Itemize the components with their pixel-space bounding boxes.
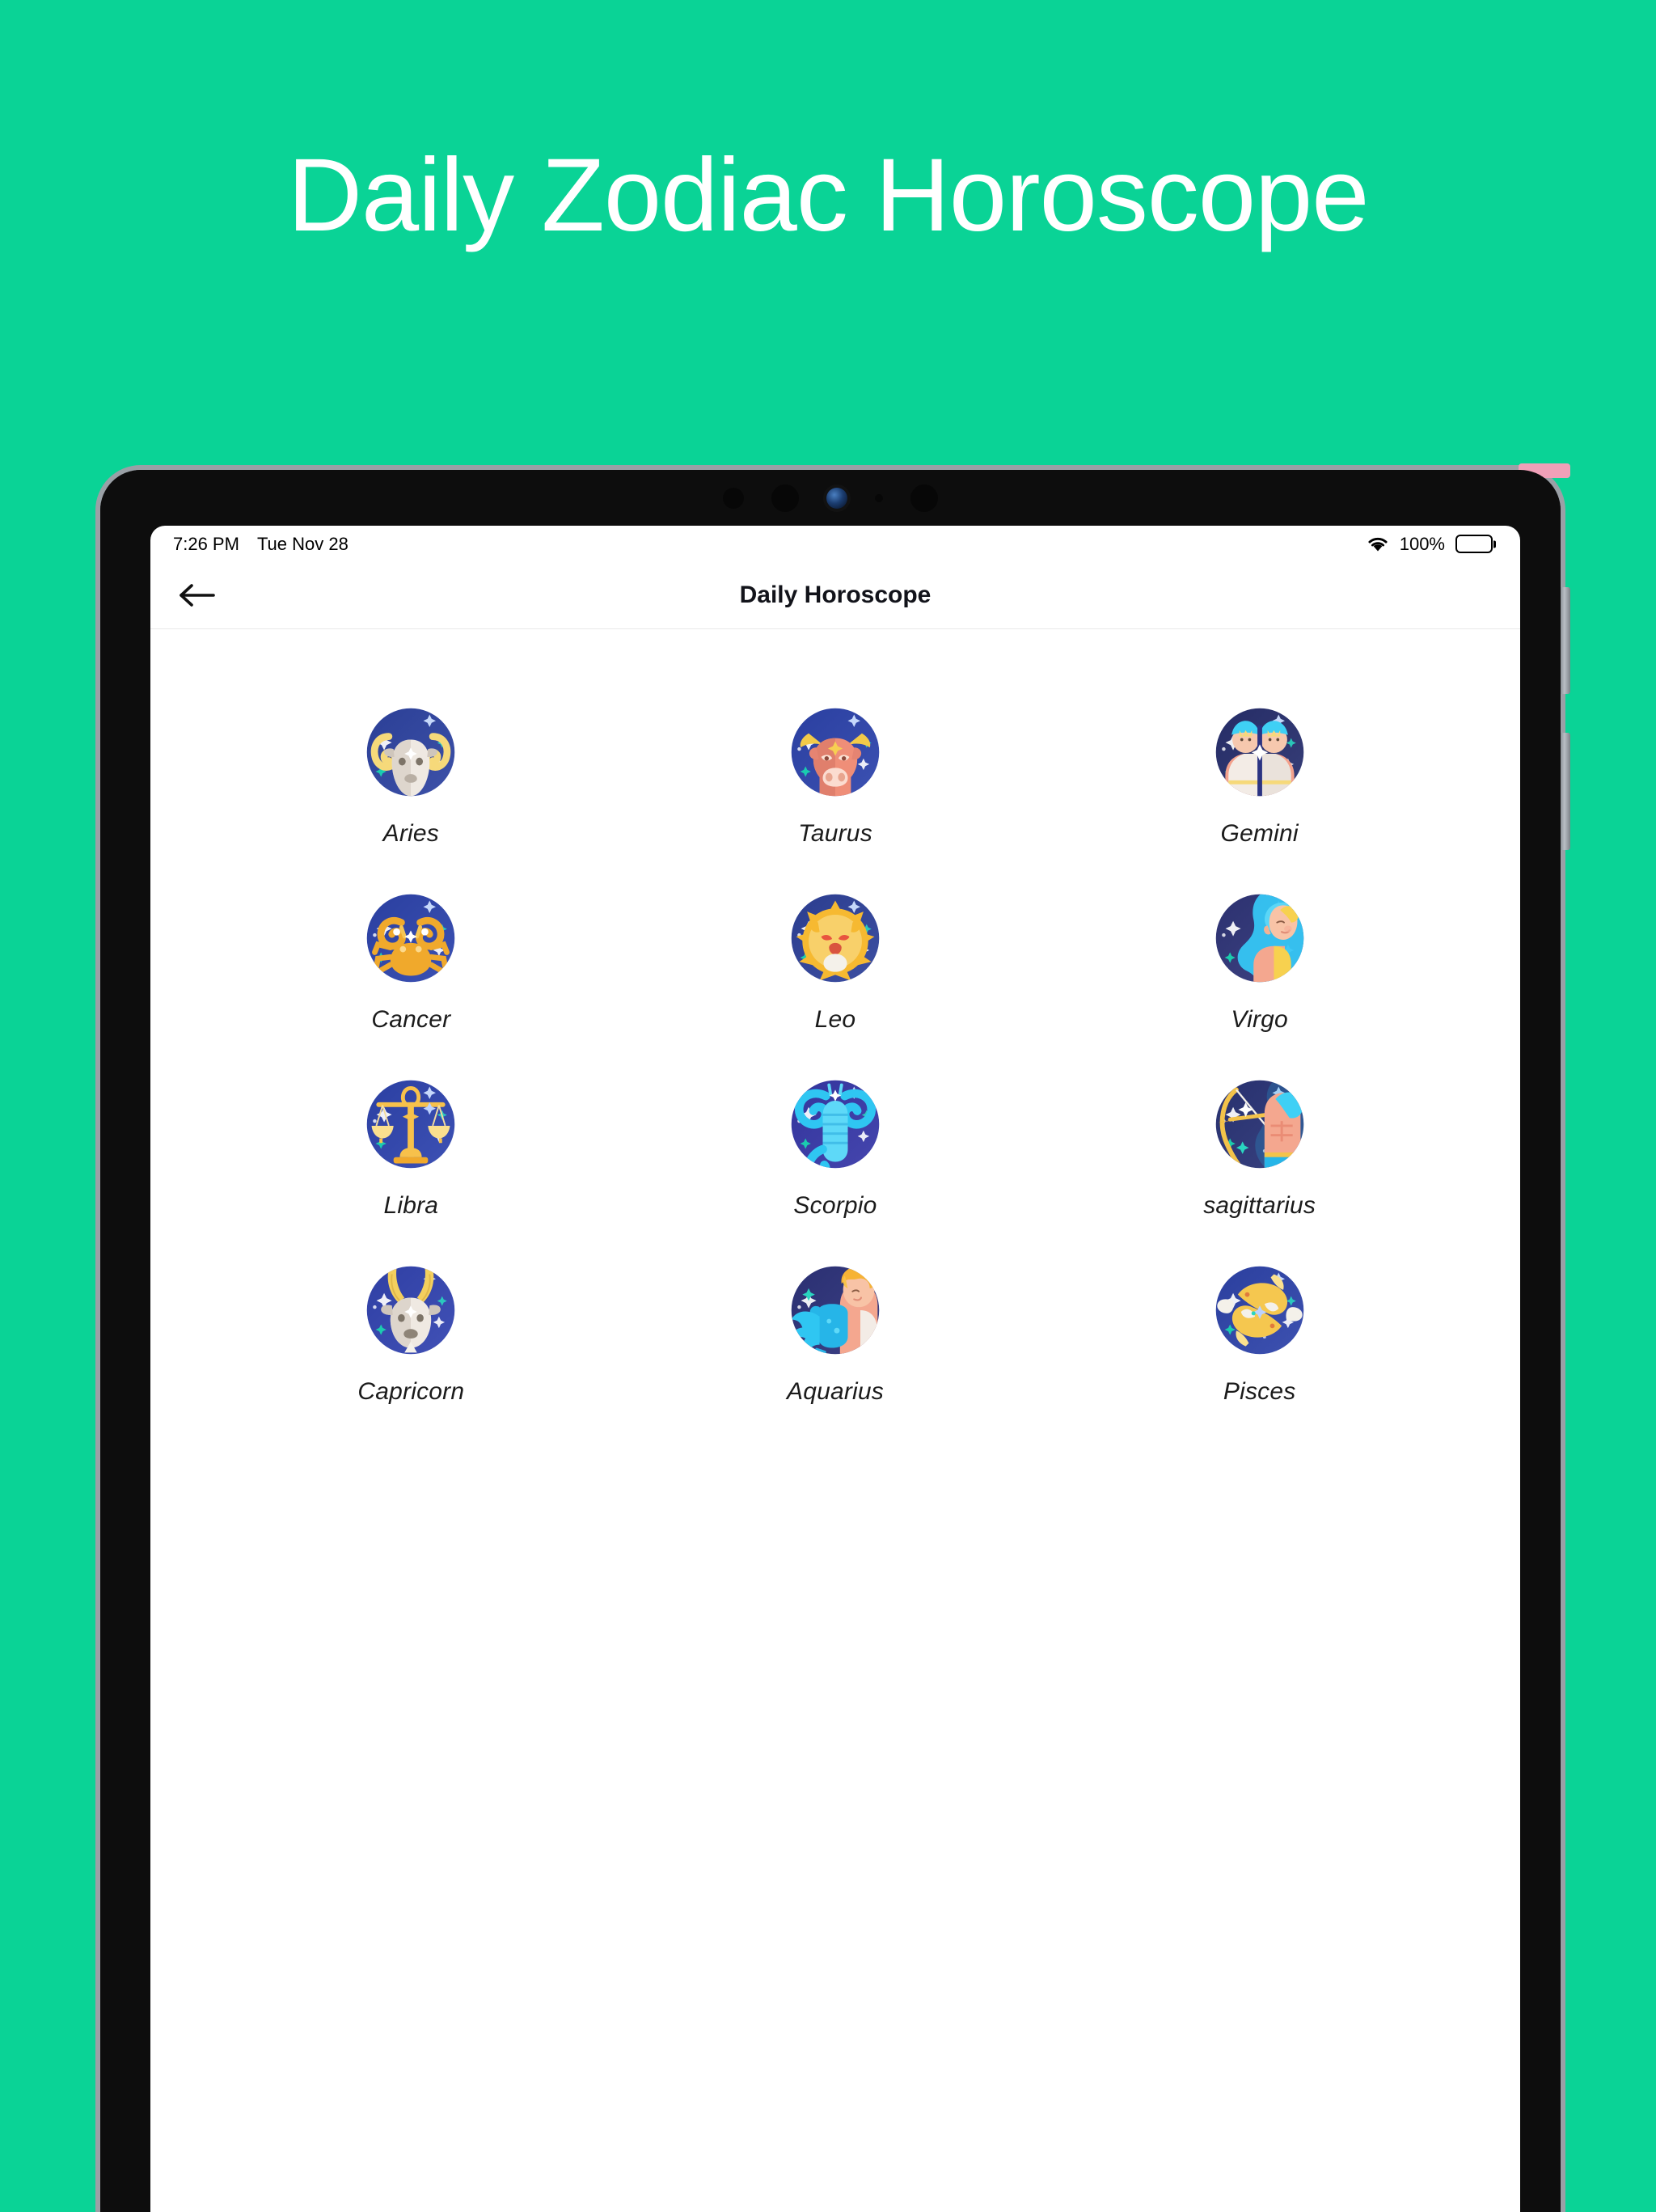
sensor-dot-icon [771, 484, 799, 512]
back-button[interactable] [171, 569, 223, 621]
status-bar-date: Tue Nov 28 [256, 533, 349, 554]
capricorn-goat-icon[interactable] [361, 1260, 461, 1360]
zodiac-grid: Aries Taurus Gemini Cancer Leo Virgo Lib… [150, 629, 1520, 1435]
front-camera-icon [826, 488, 847, 509]
zodiac-sign-label: sagittarius [1203, 1192, 1316, 1219]
zodiac-sign-label: Aries [382, 820, 439, 847]
pisces-fish-icon[interactable] [1210, 1260, 1310, 1360]
aquarius-waterbearer-icon[interactable] [785, 1260, 885, 1360]
libra-scales-icon[interactable] [361, 1074, 461, 1174]
zodiac-sign-aquarius[interactable]: Aquarius [623, 1249, 1048, 1435]
zodiac-sign-virgo[interactable]: Virgo [1047, 877, 1472, 1063]
status-bar: 7:26 PM Tue Nov 28 100% [150, 526, 1520, 562]
arrow-left-icon [180, 584, 215, 607]
zodiac-sign-aries[interactable]: Aries [199, 691, 623, 877]
zodiac-sign-label: Gemini [1220, 820, 1299, 847]
zodiac-sign-label: Libra [383, 1192, 439, 1219]
zodiac-sign-libra[interactable]: Libra [199, 1063, 623, 1249]
wifi-icon [1367, 535, 1389, 552]
zodiac-sign-gemini[interactable]: Gemini [1047, 691, 1472, 877]
status-bar-time: 7:26 PM [173, 533, 239, 554]
zodiac-sign-pisces[interactable]: Pisces [1047, 1249, 1472, 1435]
zodiac-sign-label: Taurus [798, 820, 872, 847]
zodiac-sign-label: Scorpio [793, 1192, 877, 1219]
zodiac-sign-cancer[interactable]: Cancer [199, 877, 623, 1063]
camera-bezel [100, 470, 1561, 527]
app-bar: Daily Horoscope [150, 562, 1520, 629]
leo-lion-icon[interactable] [785, 888, 885, 988]
zodiac-sign-label: Pisces [1223, 1378, 1296, 1405]
zodiac-sign-leo[interactable]: Leo [623, 877, 1048, 1063]
volume-up-button[interactable] [1561, 587, 1570, 694]
zodiac-sign-label: Aquarius [786, 1378, 884, 1405]
battery-percent-label: 100% [1399, 533, 1445, 554]
device-body: 7:26 PM Tue Nov 28 100% Daily Horoscope … [100, 470, 1561, 2212]
battery-full-icon [1455, 535, 1493, 553]
zodiac-sign-capricorn[interactable]: Capricorn [199, 1249, 623, 1435]
page-heading: Daily Horoscope [739, 582, 932, 608]
zodiac-sign-label: Cancer [371, 1006, 451, 1033]
page-title: Daily Zodiac Horoscope [287, 137, 1370, 253]
zodiac-sign-taurus[interactable]: Taurus [623, 691, 1048, 877]
sensor-dot-icon [910, 484, 938, 512]
zodiac-sign-label: Leo [814, 1006, 856, 1033]
cancer-crab-icon[interactable] [361, 888, 461, 988]
virgo-maiden-icon[interactable] [1210, 888, 1310, 988]
sensor-dot-icon [723, 488, 744, 509]
volume-down-button[interactable] [1561, 733, 1570, 850]
zodiac-sign-label: Virgo [1231, 1006, 1288, 1033]
taurus-bull-icon[interactable] [785, 702, 885, 802]
tablet-device: 7:26 PM Tue Nov 28 100% Daily Horoscope … [95, 463, 1570, 2212]
gemini-twins-icon[interactable] [1210, 702, 1310, 802]
zodiac-sign-label: Capricorn [357, 1378, 465, 1405]
zodiac-sign-sagittarius[interactable]: sagittarius [1047, 1063, 1472, 1249]
sagittarius-archer-icon[interactable] [1210, 1074, 1310, 1174]
scorpio-scorpion-icon[interactable] [785, 1074, 885, 1174]
zodiac-sign-scorpio[interactable]: Scorpio [623, 1063, 1048, 1249]
tablet-screen: 7:26 PM Tue Nov 28 100% Daily Horoscope … [150, 526, 1520, 2212]
indicator-dot-icon [875, 494, 883, 502]
aries-ram-icon[interactable] [361, 702, 461, 802]
